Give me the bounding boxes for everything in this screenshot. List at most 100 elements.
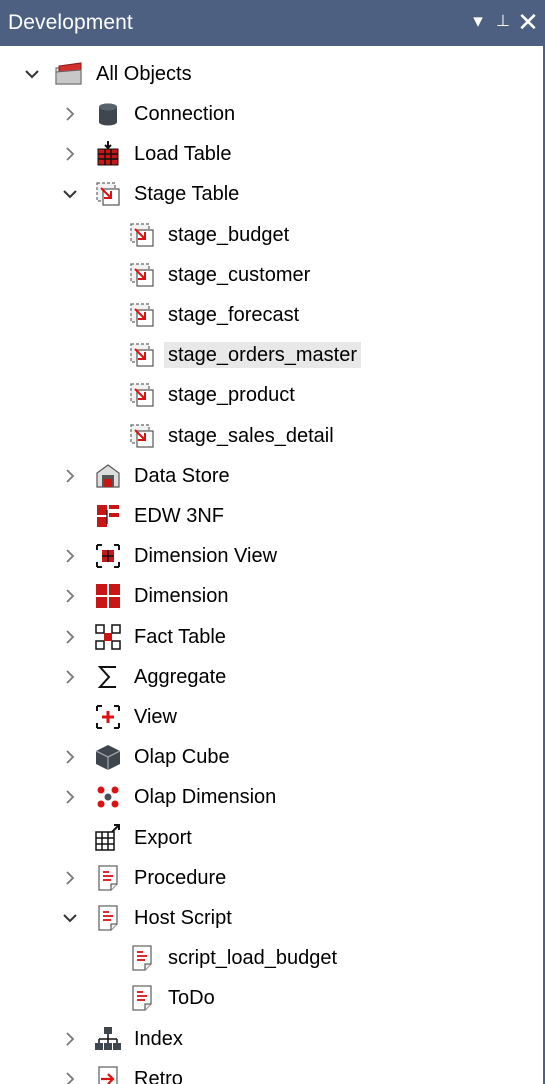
chevron-right-icon[interactable] [60,747,80,767]
tree-item[interactable]: View [0,697,541,737]
export-icon [94,823,122,852]
stage-table-icon [128,301,156,329]
tree-child-item[interactable]: stage_orders_master [0,335,541,375]
panel-titlebar: Development ▾ ⊥ ✕ [0,0,545,46]
cube-icon [94,743,122,771]
tree-root-label: All Objects [96,63,192,85]
tree-item-label: Data Store [134,464,230,487]
tree-item[interactable]: Export [0,818,541,858]
chevron-right-icon[interactable] [60,546,80,566]
tree-item-label: Aggregate [134,665,227,688]
tree-item-label: stage_orders_master [164,342,361,369]
tree-item-label: Export [134,826,192,849]
load-table-icon [94,140,122,168]
edw-icon [94,502,122,530]
view-icon [94,703,122,731]
tree-item-label: Stage Table [134,183,240,206]
object-tree[interactable]: All Objects Connection Load Table Stage Ta… [0,46,541,1084]
tree-item-label: Load Table [134,143,232,166]
tree-item[interactable]: Retro [0,1059,541,1084]
chevron-right-icon[interactable] [60,1069,80,1084]
tree-item-label: Olap Dimension [134,786,277,809]
tree-item[interactable]: Index [0,1019,541,1059]
chevron-right-icon[interactable] [60,586,80,606]
tree-item-label: Procedure [134,866,227,889]
tree-item-label: EDW 3NF [134,505,224,527]
tree-item[interactable]: Stage Table [0,174,541,214]
stage-table-icon [128,381,156,409]
tree-item-label: stage_forecast [168,304,300,326]
chevron-down-icon[interactable] [60,184,80,204]
tree-item[interactable]: Olap Cube [0,737,541,777]
sigma-icon [94,663,122,691]
index-icon [94,1025,122,1053]
tree-item[interactable]: Olap Dimension [0,777,541,817]
document-icon [94,864,122,892]
chevron-right-icon[interactable] [60,144,80,164]
chevron-down-icon[interactable] [60,908,80,928]
dimension-view-icon [94,542,122,570]
tree-item[interactable]: Load Table [0,134,541,174]
development-panel: Development ▾ ⊥ ✕ All Objects Connection… [0,0,545,1084]
stage-table-icon [128,221,156,249]
fact-table-icon [94,623,122,651]
chevron-down-icon[interactable] [22,64,42,84]
tree-item-label: View [134,706,177,728]
retro-icon [94,1065,122,1084]
tree-item[interactable]: Aggregate [0,657,541,697]
tree-child-item[interactable]: script_load_budget [0,938,541,978]
close-icon[interactable]: ✕ [515,8,541,36]
tree-child-item[interactable]: stage_customer [0,255,541,295]
tree-item[interactable]: Fact Table [0,617,541,657]
tree-item-label: Index [134,1027,183,1050]
chevron-right-icon[interactable] [60,627,80,647]
tree-item-label: stage_budget [168,223,290,246]
stage-table-icon [128,422,156,450]
chevron-right-icon[interactable] [60,868,80,888]
connection-icon [94,100,122,128]
tree-item-label: stage_sales_detail [168,424,334,447]
chevron-right-icon[interactable] [60,466,80,486]
folder-icon [54,60,82,88]
tree-child-item[interactable]: stage_budget [0,215,541,255]
tree-child-item[interactable]: ToDo [0,978,541,1018]
chevron-right-icon[interactable] [60,1029,80,1049]
stage-table-icon [128,261,156,289]
document-icon [128,984,156,1012]
tree-item[interactable]: EDW 3NF [0,496,541,536]
stage-table-icon [128,341,156,369]
tree-item-label: script_load_budget [168,947,338,970]
tree-item-label: Dimension [134,585,229,608]
chevron-right-icon[interactable] [60,787,80,807]
data-store-icon [94,462,122,490]
tree-item-label: Olap Cube [134,746,230,769]
stage-table-icon [94,180,122,208]
tree-item-label: stage_product [168,384,295,407]
pin-icon[interactable]: ⊥ [494,8,512,36]
tree-child-item[interactable]: stage_sales_detail [0,416,541,456]
tree-item-label: Retro [134,1067,183,1084]
tree-item[interactable]: Data Store [0,456,541,496]
chevron-right-icon[interactable] [60,104,80,124]
panel-title: Development [8,11,133,34]
tree-item-label: ToDo [168,987,215,1010]
tree-item[interactable]: Dimension [0,576,541,616]
dimension-icon [94,582,122,610]
tree-item-label: Fact Table [134,625,226,648]
tree-child-item[interactable]: stage_forecast [0,295,541,335]
tree-item-label: Host Script [134,907,232,929]
document-icon [94,904,122,932]
tree-root-all-objects[interactable]: All Objects [0,54,541,94]
tree-item[interactable]: Procedure [0,858,541,898]
window-position-dropdown-icon[interactable]: ▾ [470,8,486,36]
tree-item-label: stage_customer [168,263,311,286]
olap-dimension-icon [94,783,122,811]
tree-child-item[interactable]: stage_product [0,375,541,415]
tree-item[interactable]: Connection [0,94,541,134]
document-icon [128,944,156,972]
tree-item[interactable]: Dimension View [0,536,541,576]
tree-item[interactable]: Host Script [0,898,541,938]
tree-item-label: Connection [134,103,236,125]
chevron-right-icon[interactable] [60,667,80,687]
tree-item-label: Dimension View [134,545,278,568]
